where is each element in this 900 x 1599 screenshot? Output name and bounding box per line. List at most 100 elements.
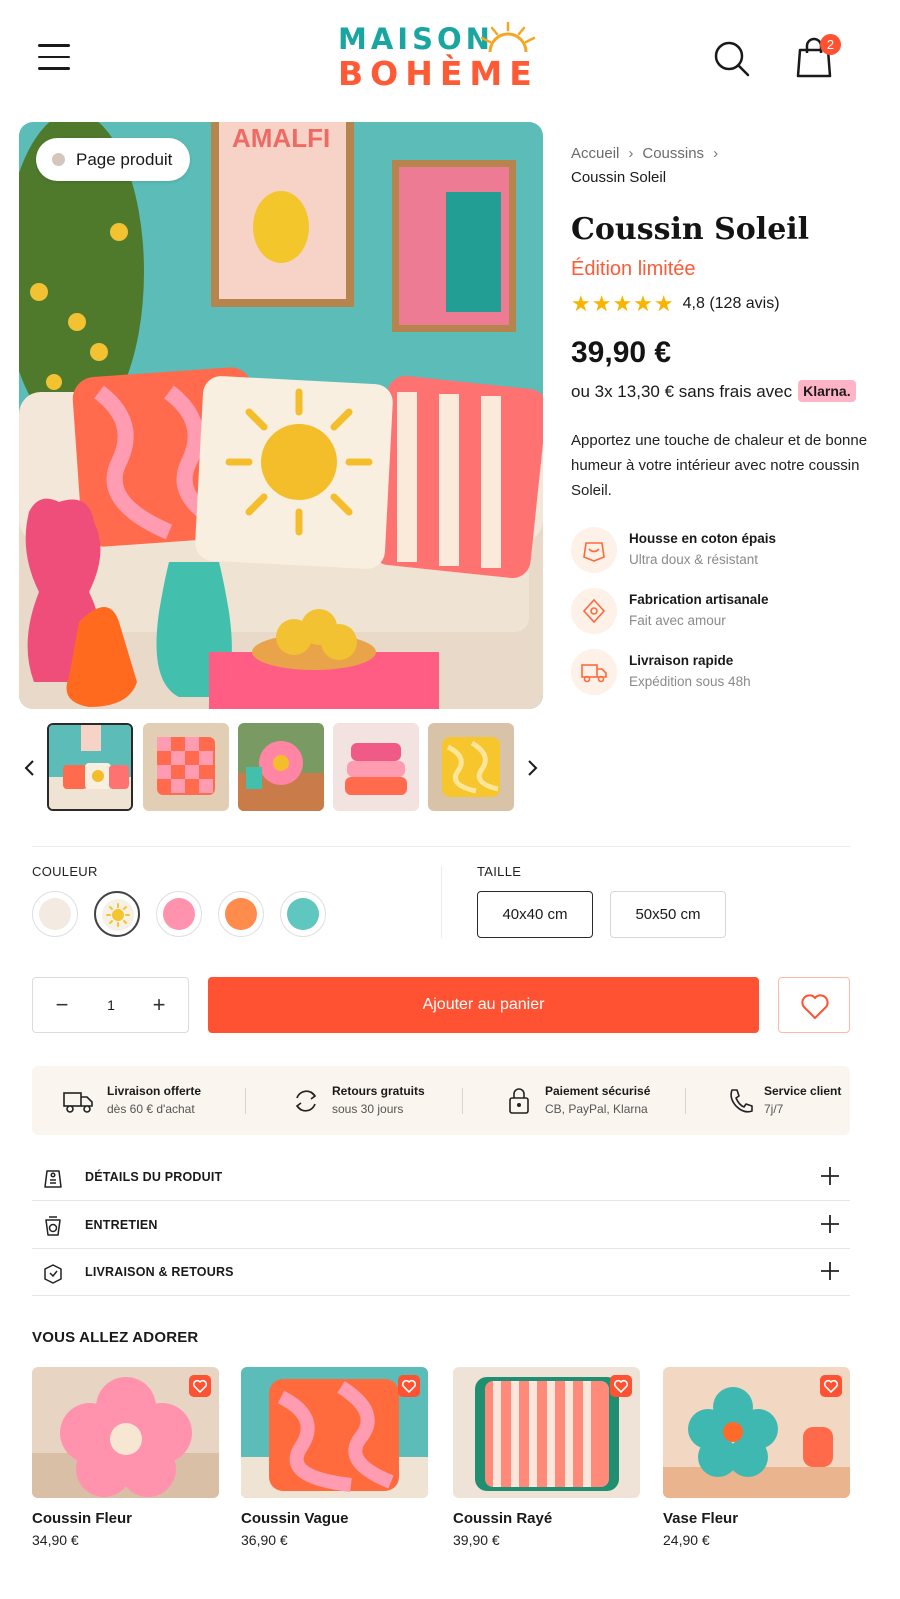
feature-item: Livraison rapide Expédition sous 48h [571,649,871,699]
accordion-shipping-returns[interactable]: LIVRAISON & RETOURS [32,1249,850,1296]
size-option-50[interactable]: 50x50 cm [610,891,726,938]
logo-text-top: MAISON [338,22,494,56]
product-card-price: 36,90 € [241,1532,288,1548]
badge-label: Page produit [76,150,173,169]
benefit-subtitle: sous 30 jours [332,1102,404,1116]
thumbnail-5[interactable] [428,723,514,811]
product-card-price: 34,90 € [32,1532,79,1548]
lock-icon [509,1088,529,1114]
product-card[interactable]: Vase Fleur 24,90 € [663,1367,850,1557]
header: MAISON BOHÈME 2 [0,0,900,110]
recommendations-title: VOUS ALLEZ ADORER [32,1329,199,1346]
quantity-stepper: − 1 + [32,977,189,1033]
breadcrumb-separator-icon: › [628,145,634,162]
feature-subtitle: Fait avec amour [629,613,726,628]
main-product-image[interactable]: AMALFI [19,122,543,709]
heart-icon[interactable] [610,1375,632,1397]
product-rating[interactable]: ★★★★★ 4,8 (128 avis) [571,292,780,316]
product-scene-image: AMALFI [19,122,543,709]
product-card-name: Coussin Rayé [453,1510,553,1527]
package-icon [44,1264,62,1284]
benefit-item: Retours gratuits sous 30 jours [246,1066,462,1135]
quantity-increase-button[interactable]: + [134,978,184,1032]
benefit-title: Livraison offerte [107,1084,202,1098]
product-card[interactable]: Coussin Rayé 39,90 € [453,1367,640,1557]
fabric-icon [571,527,617,573]
color-swatch-pink[interactable] [156,891,202,937]
feature-title: Housse en coton épais [629,531,777,546]
feature-subtitle: Expédition sous 48h [629,674,751,689]
product-subtitle: Édition limitée [571,258,696,280]
quantity-decrease-button[interactable]: − [37,978,87,1032]
accordion-care[interactable]: ENTRETIEN [32,1202,850,1249]
product-card[interactable]: Coussin Fleur 34,90 € [32,1367,219,1557]
thumbnail-1[interactable] [47,723,133,811]
heart-icon[interactable] [398,1375,420,1397]
wishlist-button[interactable] [778,977,850,1033]
plus-icon [821,1215,839,1233]
color-swatch-orange[interactable] [218,891,264,937]
size-label: TAILLE [477,864,522,879]
return-arrows-icon [295,1090,317,1112]
thumbnail-3[interactable] [238,723,324,811]
color-swatch-teal[interactable] [280,891,326,937]
accordion-label: LIVRAISON & RETOURS [85,1265,234,1279]
plus-icon [821,1167,839,1185]
accordion-product-details[interactable]: DÉTAILS DU PRODUIT [32,1154,850,1201]
logo[interactable]: MAISON BOHÈME [338,22,548,96]
logo-text-bottom: BOHÈME [338,54,539,93]
rating-stars-icon: ★★★★★ [571,291,675,316]
feature-subtitle: Ultra doux & résistant [629,552,759,567]
logo-sun-icon [480,22,536,53]
feature-title: Fabrication artisanale [629,592,769,607]
page-label-badge: Page produit [36,138,191,181]
heart-icon[interactable] [189,1375,211,1397]
color-swatch-sun[interactable] [94,891,140,937]
heart-icon[interactable] [820,1375,842,1397]
options-divider [441,866,442,938]
benefit-item: Service client 7j/7 [686,1066,850,1135]
svg-text:AMALFI: AMALFI [232,123,330,153]
product-card-name: Coussin Fleur [32,1510,133,1527]
color-label: COULEUR [32,864,98,879]
breadcrumb-current: Coussin Soleil [571,169,667,186]
breadcrumb-home[interactable]: Accueil [571,145,619,162]
feature-item: Housse en coton épais Ultra doux & résis… [571,527,871,577]
installments-text: ou 3x 13,30 € sans frais avec [571,382,793,401]
chevron-left-icon[interactable] [20,755,40,781]
washing-icon [45,1216,61,1236]
truck-icon [63,1092,93,1113]
badge-dot [52,153,65,166]
benefit-subtitle: dès 60 € d'achat [107,1102,195,1116]
benefit-title: Service client [764,1084,842,1098]
quantity-input[interactable]: 1 [87,978,135,1032]
benefit-title: Paiement sécurisé [545,1084,651,1098]
delivery-truck-icon [571,649,617,695]
thumbnail-4[interactable] [333,723,419,811]
benefit-item: Livraison offerte dès 60 € d'achat [32,1066,242,1135]
klarna-badge: Klarna. [798,380,856,402]
breadcrumb-category[interactable]: Coussins [642,145,704,162]
plus-icon [821,1262,839,1280]
handmade-icon [571,588,617,634]
product-card-price: 39,90 € [453,1532,500,1548]
tag-icon [44,1170,62,1188]
size-option-40[interactable]: 40x40 cm [477,891,593,938]
heart-icon [801,994,829,1019]
cart-button[interactable]: 2 [794,34,841,80]
accordion-label: ENTRETIEN [85,1218,158,1232]
accordion-label: DÉTAILS DU PRODUIT [85,1170,223,1184]
product-card[interactable]: Coussin Vague 36,90 € [241,1367,428,1557]
menu-icon[interactable] [38,44,70,70]
add-to-cart-button[interactable]: Ajouter au panier [208,977,759,1033]
search-icon[interactable] [711,38,751,78]
product-card-name: Vase Fleur [663,1510,739,1527]
sun-icon [102,899,134,931]
product-price: 39,90 € [571,336,672,369]
feature-title: Livraison rapide [629,653,734,668]
color-swatch-cream[interactable] [32,891,78,937]
chevron-right-icon[interactable] [522,755,542,781]
thumbnail-2[interactable] [143,723,229,811]
breadcrumb-separator-icon: › [713,145,719,162]
rating-text: 4,8 (128 avis) [682,295,780,312]
